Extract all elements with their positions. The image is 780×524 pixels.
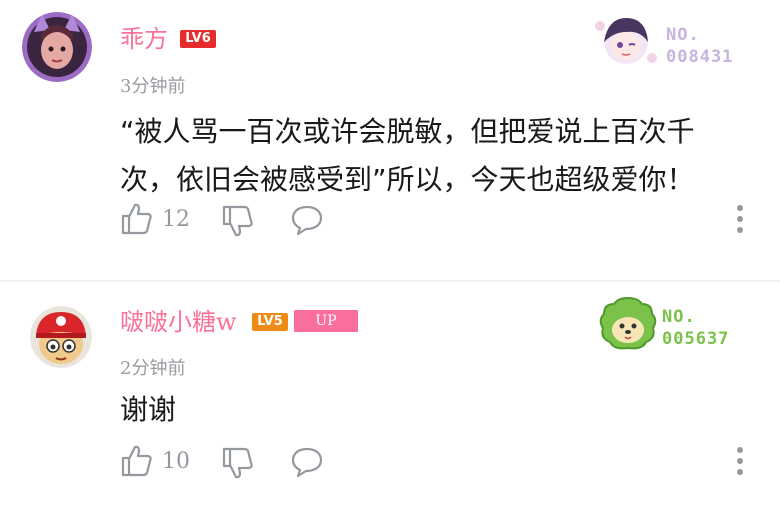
level-badge: LV5 <box>252 313 288 331</box>
comment-item: 乖方 LV6 3分钟前 “被人骂一百次或许会脱敏，但把爱说上百次千次，依旧会被感… <box>0 0 780 280</box>
reply-icon <box>291 447 323 478</box>
like-button[interactable] <box>120 444 154 478</box>
comment-time: 3分钟前 <box>120 76 186 97</box>
dislike-button[interactable] <box>221 204 255 238</box>
fan-no-value: 008431 <box>666 47 734 67</box>
avatar[interactable] <box>30 306 92 368</box>
comment-text: 谢谢 <box>120 393 177 426</box>
dislike-button[interactable] <box>221 446 255 480</box>
username[interactable]: 啵啵小糖w <box>120 308 237 336</box>
like-icon <box>121 445 152 477</box>
fan-avatar-icon <box>599 296 657 350</box>
reply-icon <box>291 205 323 236</box>
up-badge: UP <box>294 310 358 332</box>
fan-avatar-icon <box>595 18 657 64</box>
more-icon <box>737 205 743 233</box>
avatar[interactable] <box>22 12 92 82</box>
reply-button[interactable] <box>290 204 324 236</box>
level-badge: LV6 <box>180 30 216 48</box>
like-count: 12 <box>162 207 190 232</box>
like-count: 10 <box>162 449 190 474</box>
dislike-icon <box>222 447 253 479</box>
username[interactable]: 乖方 <box>120 25 168 53</box>
comment-time: 2分钟前 <box>120 358 186 379</box>
dislike-icon <box>222 205 253 237</box>
comment-text: “被人骂一百次或许会脱敏，但把爱说上百次千次，依旧会被感受到”所以，今天也超级爱… <box>120 115 695 196</box>
fan-no-label: NO. <box>666 25 700 45</box>
fan-no-value: 005637 <box>662 329 730 349</box>
like-icon <box>121 203 152 235</box>
more-button[interactable] <box>734 204 746 234</box>
like-button[interactable] <box>120 202 154 236</box>
comment-item: 啵啵小糖w LV5 UP 2分钟前 谢谢 10 NO. 005637 <box>0 282 780 524</box>
more-icon <box>737 447 743 475</box>
more-button[interactable] <box>734 446 746 476</box>
reply-button[interactable] <box>290 446 324 478</box>
fan-no-label: NO. <box>662 307 696 327</box>
fan-badge: NO. 005637 <box>598 296 776 352</box>
fan-badge: NO. 008431 <box>590 12 770 72</box>
